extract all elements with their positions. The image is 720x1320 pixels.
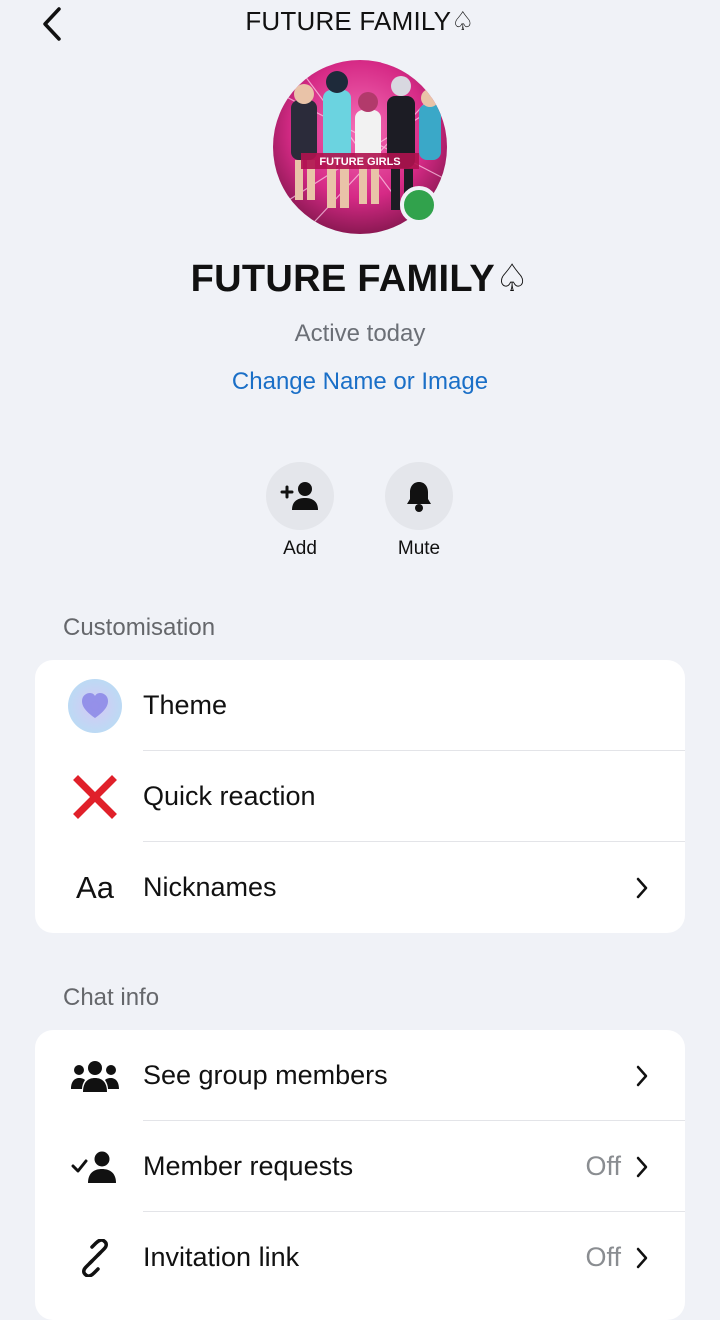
chevron-right-icon — [636, 1065, 648, 1086]
add-label: Add — [283, 538, 317, 559]
page-title: FUTURE FAMILY♤ — [245, 6, 475, 36]
change-name-image-link[interactable]: Change Name or Image — [0, 368, 720, 396]
top-bar: FUTURE FAMILY♤ — [0, 0, 720, 46]
chevron-right-icon — [636, 877, 648, 898]
member-requests-label: Member requests — [143, 1151, 354, 1181]
theme-heart-icon — [68, 678, 122, 733]
see-group-members-label: See group members — [143, 1060, 388, 1090]
red-cross-icon — [73, 774, 117, 819]
aa-icon: Aa — [76, 869, 114, 905]
member-requests-value: Off — [585, 1151, 621, 1181]
add-person-icon — [280, 482, 318, 510]
link-icon — [82, 1238, 108, 1277]
theme-row[interactable]: Theme — [35, 660, 685, 751]
chat-info-header: Chat info — [63, 984, 160, 1011]
mute-button[interactable]: Mute — [374, 462, 464, 560]
customisation-card: Theme Quick reaction Aa Nicknames — [35, 660, 685, 933]
invitation-link-label: Invitation link — [143, 1242, 300, 1272]
bell-icon — [407, 482, 431, 512]
mute-label: Mute — [397, 538, 441, 559]
group-name: FUTURE FAMILY♤ — [190, 258, 530, 300]
member-requests-icon — [71, 1151, 116, 1183]
online-status-dot — [400, 186, 438, 224]
chat-info-card: See group members Member requests Off In… — [35, 1030, 685, 1320]
chevron-right-icon — [636, 1156, 648, 1177]
invitation-link-value: Off — [585, 1242, 621, 1272]
nicknames-label: Nicknames — [143, 872, 277, 902]
customisation-header: Customisation — [63, 614, 216, 641]
activity-status: Active today — [294, 320, 426, 347]
invitation-link-row[interactable]: Invitation link Off — [35, 1212, 685, 1303]
quick-reaction-row[interactable]: Quick reaction — [35, 751, 685, 842]
quick-reaction-label: Quick reaction — [143, 781, 316, 811]
group-members-icon — [71, 1060, 119, 1092]
avatar-caption: FUTURE GIRLS — [319, 156, 400, 168]
member-requests-row[interactable]: Member requests Off — [35, 1121, 685, 1212]
see-group-members-row[interactable]: See group members — [35, 1030, 685, 1121]
chevron-right-icon — [636, 1247, 648, 1268]
nicknames-row[interactable]: Aa Nicknames — [35, 842, 685, 933]
theme-label: Theme — [143, 690, 228, 720]
add-button[interactable]: Add — [255, 462, 345, 560]
